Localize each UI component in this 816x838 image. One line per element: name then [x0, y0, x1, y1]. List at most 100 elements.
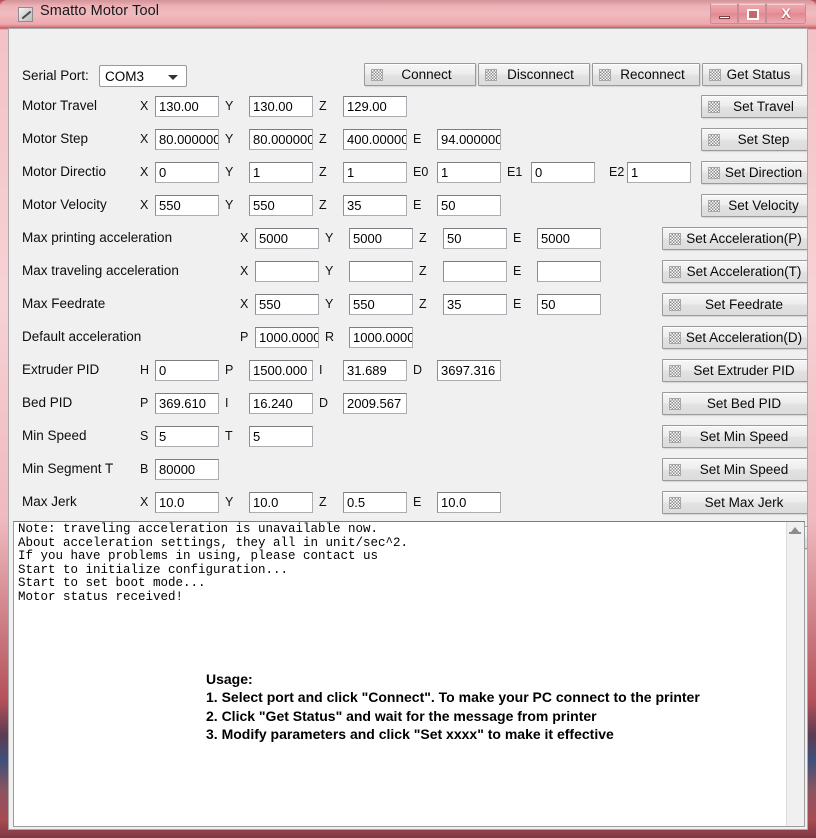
min-speed-input-t[interactable]	[249, 426, 313, 447]
motor-velocity-input-z[interactable]	[343, 195, 407, 216]
motor-velocity-action-button[interactable]: Set Velocity	[701, 194, 808, 217]
title-bar[interactable]: Smatto Motor Tool X	[0, 0, 816, 28]
grid-icon	[371, 69, 383, 81]
motor-direction-label: Motor Directio	[22, 164, 106, 179]
grid-icon	[669, 497, 681, 509]
reconnect-button[interactable]: Reconnect	[592, 63, 700, 86]
motor-direction-axis-e0: E0	[413, 165, 428, 179]
grid-icon	[669, 233, 681, 245]
motor-step-action-button[interactable]: Set Step	[701, 128, 808, 151]
min-segment-time-action-button[interactable]: Set Min Speed	[662, 458, 808, 481]
default-acceleration-input-p[interactable]	[255, 327, 319, 348]
min-speed-input-s[interactable]	[155, 426, 219, 447]
serial-port-select[interactable]: COM3	[99, 65, 187, 87]
motor-direction-axis-x: X	[140, 165, 148, 179]
motor-travel-action-button[interactable]: Set Travel	[701, 95, 808, 118]
bed-pid-axis-d: D	[319, 396, 328, 410]
motor-direction-action-label: Set Direction	[725, 165, 802, 180]
max-traveling-acceleration-input-x[interactable]	[255, 261, 319, 282]
get-status-button-label: Get Status	[727, 67, 791, 82]
max-jerk-axis-x: X	[140, 495, 148, 509]
max-jerk-label: Max Jerk	[22, 494, 77, 509]
bed-pid-action-label: Set Bed PID	[707, 396, 781, 411]
min-speed-action-button[interactable]: Set Min Speed	[662, 425, 808, 448]
close-button[interactable]: X	[766, 3, 806, 24]
motor-step-input-x[interactable]	[155, 129, 219, 150]
motor-direction-input-e1[interactable]	[531, 162, 595, 183]
motor-travel-axis-z: Z	[319, 99, 327, 113]
disconnect-button[interactable]: Disconnect	[478, 63, 590, 86]
motor-direction-input-e0[interactable]	[437, 162, 501, 183]
max-printing-acceleration-input-z[interactable]	[443, 228, 507, 249]
bed-pid-input-i[interactable]	[249, 393, 313, 414]
max-traveling-acceleration-input-y[interactable]	[349, 261, 413, 282]
max-jerk-input-e[interactable]	[437, 492, 501, 513]
default-acceleration-label: Default acceleration	[22, 329, 141, 344]
max-feedrate-axis-e: E	[513, 297, 521, 311]
bed-pid-axis-i: I	[225, 396, 228, 410]
grid-icon	[669, 299, 681, 311]
motor-velocity-input-x[interactable]	[155, 195, 219, 216]
max-printing-acceleration-action-button[interactable]: Set Acceleration(P)	[662, 227, 808, 250]
max-jerk-action-button[interactable]: Set Max Jerk	[662, 491, 808, 514]
minimize-icon	[719, 16, 730, 19]
motor-velocity-axis-y: Y	[225, 198, 233, 212]
min-segment-time-action-label: Set Min Speed	[700, 462, 789, 477]
window-title: Smatto Motor Tool	[40, 3, 159, 19]
max-feedrate-input-z[interactable]	[443, 294, 507, 315]
extruder-pid-input-i[interactable]	[343, 360, 407, 381]
max-jerk-input-x[interactable]	[155, 492, 219, 513]
motor-travel-input-x[interactable]	[155, 96, 219, 117]
extruder-pid-label: Extruder PID	[22, 362, 99, 377]
min-speed-axis-s: S	[140, 429, 148, 443]
motor-velocity-input-y[interactable]	[249, 195, 313, 216]
motor-direction-input-x[interactable]	[155, 162, 219, 183]
default-acceleration-input-r[interactable]	[349, 327, 413, 348]
get-status-button[interactable]: Get Status	[702, 63, 802, 86]
motor-travel-input-z[interactable]	[343, 96, 407, 117]
max-feedrate-input-x[interactable]	[255, 294, 319, 315]
grid-icon	[708, 167, 720, 179]
minimize-button[interactable]	[710, 3, 738, 24]
max-traveling-acceleration-input-z[interactable]	[443, 261, 507, 282]
bed-pid-input-p[interactable]	[155, 393, 219, 414]
motor-travel-axis-x: X	[140, 99, 148, 113]
motor-step-input-y[interactable]	[249, 129, 313, 150]
console-output[interactable]: Note: traveling acceleration is unavaila…	[13, 521, 805, 827]
max-printing-acceleration-input-y[interactable]	[349, 228, 413, 249]
max-printing-acceleration-input-e[interactable]	[537, 228, 601, 249]
max-feedrate-action-button[interactable]: Set Feedrate	[662, 293, 808, 316]
motor-step-input-z[interactable]	[343, 129, 407, 150]
bed-pid-action-button[interactable]: Set Bed PID	[662, 392, 808, 415]
motor-travel-input-y[interactable]	[249, 96, 313, 117]
extruder-pid-input-p[interactable]	[249, 360, 313, 381]
max-feedrate-input-e[interactable]	[537, 294, 601, 315]
max-feedrate-label: Max Feedrate	[22, 296, 105, 311]
max-feedrate-input-y[interactable]	[349, 294, 413, 315]
motor-direction-action-button[interactable]: Set Direction	[701, 161, 808, 184]
extruder-pid-input-d[interactable]	[437, 360, 501, 381]
motor-step-axis-e: E	[413, 132, 421, 146]
bed-pid-input-d[interactable]	[343, 393, 407, 414]
motor-direction-input-y[interactable]	[249, 162, 313, 183]
max-jerk-input-z[interactable]	[343, 492, 407, 513]
extruder-pid-action-button[interactable]: Set Extruder PID	[662, 359, 808, 382]
connect-button[interactable]: Connect	[364, 63, 476, 86]
motor-direction-input-e2[interactable]	[627, 162, 691, 183]
grid-icon	[669, 365, 681, 377]
motor-velocity-input-e[interactable]	[437, 195, 501, 216]
max-jerk-input-y[interactable]	[249, 492, 313, 513]
default-acceleration-action-button[interactable]: Set Acceleration(D)	[662, 326, 808, 349]
max-traveling-acceleration-input-e[interactable]	[537, 261, 601, 282]
motor-velocity-axis-z: Z	[319, 198, 327, 212]
maximize-button[interactable]	[738, 3, 766, 24]
console-scrollbar[interactable]	[786, 522, 804, 826]
motor-direction-input-z[interactable]	[343, 162, 407, 183]
extruder-pid-input-h[interactable]	[155, 360, 219, 381]
console-log-text: Note: traveling acceleration is unavaila…	[18, 523, 758, 605]
min-segment-time-input-b[interactable]	[155, 459, 219, 480]
motor-step-input-e[interactable]	[437, 129, 501, 150]
max-printing-acceleration-input-x[interactable]	[255, 228, 319, 249]
max-traveling-acceleration-action-button[interactable]: Set Acceleration(T)	[662, 260, 808, 283]
max-traveling-acceleration-axis-e: E	[513, 264, 521, 278]
